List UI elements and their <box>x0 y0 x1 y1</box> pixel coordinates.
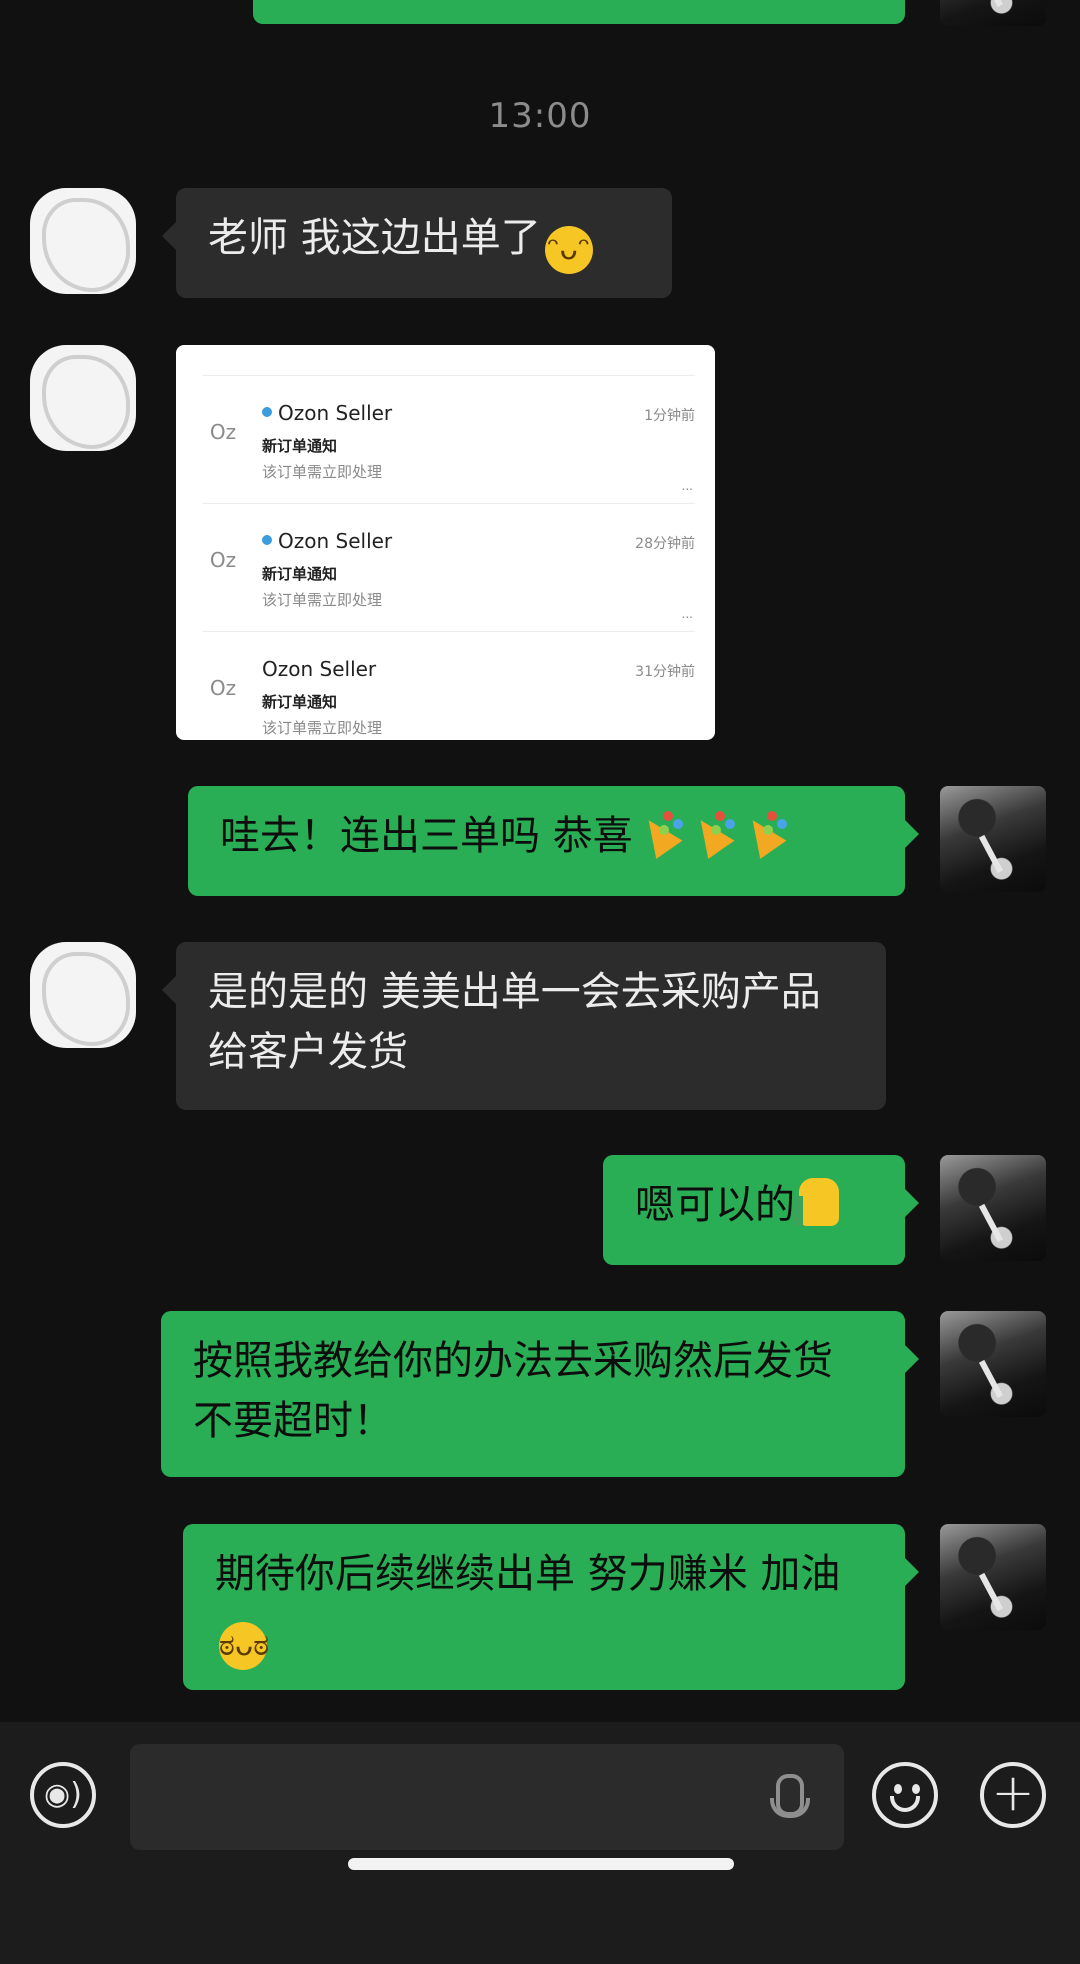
contact-avatar-redacted[interactable] <box>30 188 136 294</box>
party-popper-emoji-icon <box>637 809 685 857</box>
notification-body: 该订单需立即处理 <box>262 719 383 737</box>
determined-face-emoji-icon: ಠᴗಠ <box>219 1622 269 1670</box>
notification-sender: Ozon Seller <box>262 401 392 425</box>
my-avatar[interactable] <box>940 1524 1046 1630</box>
chat-area[interactable]: 13:00 老师 我这边出单了 ᵔᴗᵔ Oz Ozon Seller 新订单通知 … <box>0 0 1080 1720</box>
message-input[interactable] <box>130 1744 844 1850</box>
notification-time: 28分钟前 <box>635 536 695 552</box>
home-indicator[interactable] <box>348 1858 734 1870</box>
my-avatar[interactable] <box>940 786 1046 892</box>
notification-title: 新订单通知 <box>262 693 338 711</box>
message-input-bar: ◉) + <box>0 1722 1080 1964</box>
order-notifications-screenshot[interactable]: Oz Ozon Seller 新订单通知 该订单需立即处理 1分钟前 ... O… <box>176 345 715 740</box>
message-text: 嗯可以的 <box>635 1182 795 1228</box>
outgoing-message-bubble[interactable]: 按照我教给你的办法去采购然后发货 不要超时！ <box>161 1311 919 1477</box>
voice-mode-icon[interactable]: ◉) <box>30 1762 96 1828</box>
my-avatar[interactable] <box>940 0 1046 26</box>
divider <box>202 375 695 376</box>
my-avatar[interactable] <box>940 1311 1046 1417</box>
emoji-icon[interactable] <box>872 1762 938 1828</box>
divider <box>202 631 695 632</box>
party-popper-emoji-icon <box>741 809 789 857</box>
more-indicator: ... <box>681 607 693 621</box>
incoming-message-bubble[interactable]: 是的是的 美美出单一会去采购产品给客户发货 <box>162 942 886 1110</box>
incoming-message-bubble[interactable]: 老师 我这边出单了 ᵔᴗᵔ <box>162 188 672 298</box>
emoji-eye <box>912 1784 920 1794</box>
timestamp: 13:00 <box>488 96 592 136</box>
microphone-icon[interactable] <box>770 1774 810 1818</box>
grinning-face-emoji-icon: ᵔᴗᵔ <box>544 226 593 274</box>
divider <box>202 503 695 504</box>
message-text: 哇去！连出三单吗 恭喜 <box>220 813 633 859</box>
notification-time: 31分钟前 <box>635 664 695 680</box>
ozon-app-icon: Oz <box>209 676 237 700</box>
unread-dot-icon <box>262 407 272 417</box>
unread-dot-icon <box>262 535 272 545</box>
party-popper-emoji-icon <box>689 809 737 857</box>
ozon-app-icon: Oz <box>209 420 237 444</box>
outgoing-message-bubble[interactable]: 期待你后续继续出单 努力赚米 加油 ಠᴗಠ <box>183 1524 919 1690</box>
contact-avatar-redacted[interactable] <box>30 942 136 1048</box>
notification-sender: Ozon Seller <box>262 657 377 681</box>
my-avatar[interactable] <box>940 1155 1046 1261</box>
notification-body: 该订单需立即处理 <box>262 463 383 481</box>
plus-icon[interactable]: + <box>980 1762 1046 1828</box>
message-text: 按照我教给你的办法去采购然后发货 不要超时！ <box>193 1338 833 1444</box>
notification-title: 新订单通知 <box>262 565 338 583</box>
more-indicator: ... <box>681 479 693 493</box>
message-text: 是的是的 美美出单一会去采购产品给客户发货 <box>208 969 821 1075</box>
notification-title: 新订单通知 <box>262 437 338 455</box>
ozon-app-icon: Oz <box>209 548 237 572</box>
notification-item: Oz Ozon Seller 新订单通知 该订单需立即处理 31分钟前 <box>176 631 715 740</box>
message-text: 期待你后续继续出单 努力赚米 加油 <box>215 1551 841 1597</box>
notification-item: Oz Ozon Seller 新订单通知 该订单需立即处理 28分钟前 ... <box>176 503 715 631</box>
message-text: 老师 我这边出单了 <box>208 215 541 261</box>
thumbs-up-emoji-icon <box>793 1178 839 1226</box>
outgoing-message-bubble[interactable]: 哇去！连出三单吗 恭喜 <box>188 786 919 896</box>
notification-item: Oz Ozon Seller 新订单通知 该订单需立即处理 1分钟前 ... <box>176 375 715 503</box>
outgoing-message-bubble[interactable]: 嗯可以的 <box>603 1155 919 1265</box>
notification-sender: Ozon Seller <box>262 529 392 553</box>
notification-body: 该订单需立即处理 <box>262 591 383 609</box>
emoji-eye <box>894 1784 902 1794</box>
previous-outgoing-bubble[interactable] <box>253 0 905 24</box>
notification-time: 1分钟前 <box>644 408 695 424</box>
contact-avatar-redacted[interactable] <box>30 345 136 451</box>
emoji-mouth <box>890 1796 920 1812</box>
